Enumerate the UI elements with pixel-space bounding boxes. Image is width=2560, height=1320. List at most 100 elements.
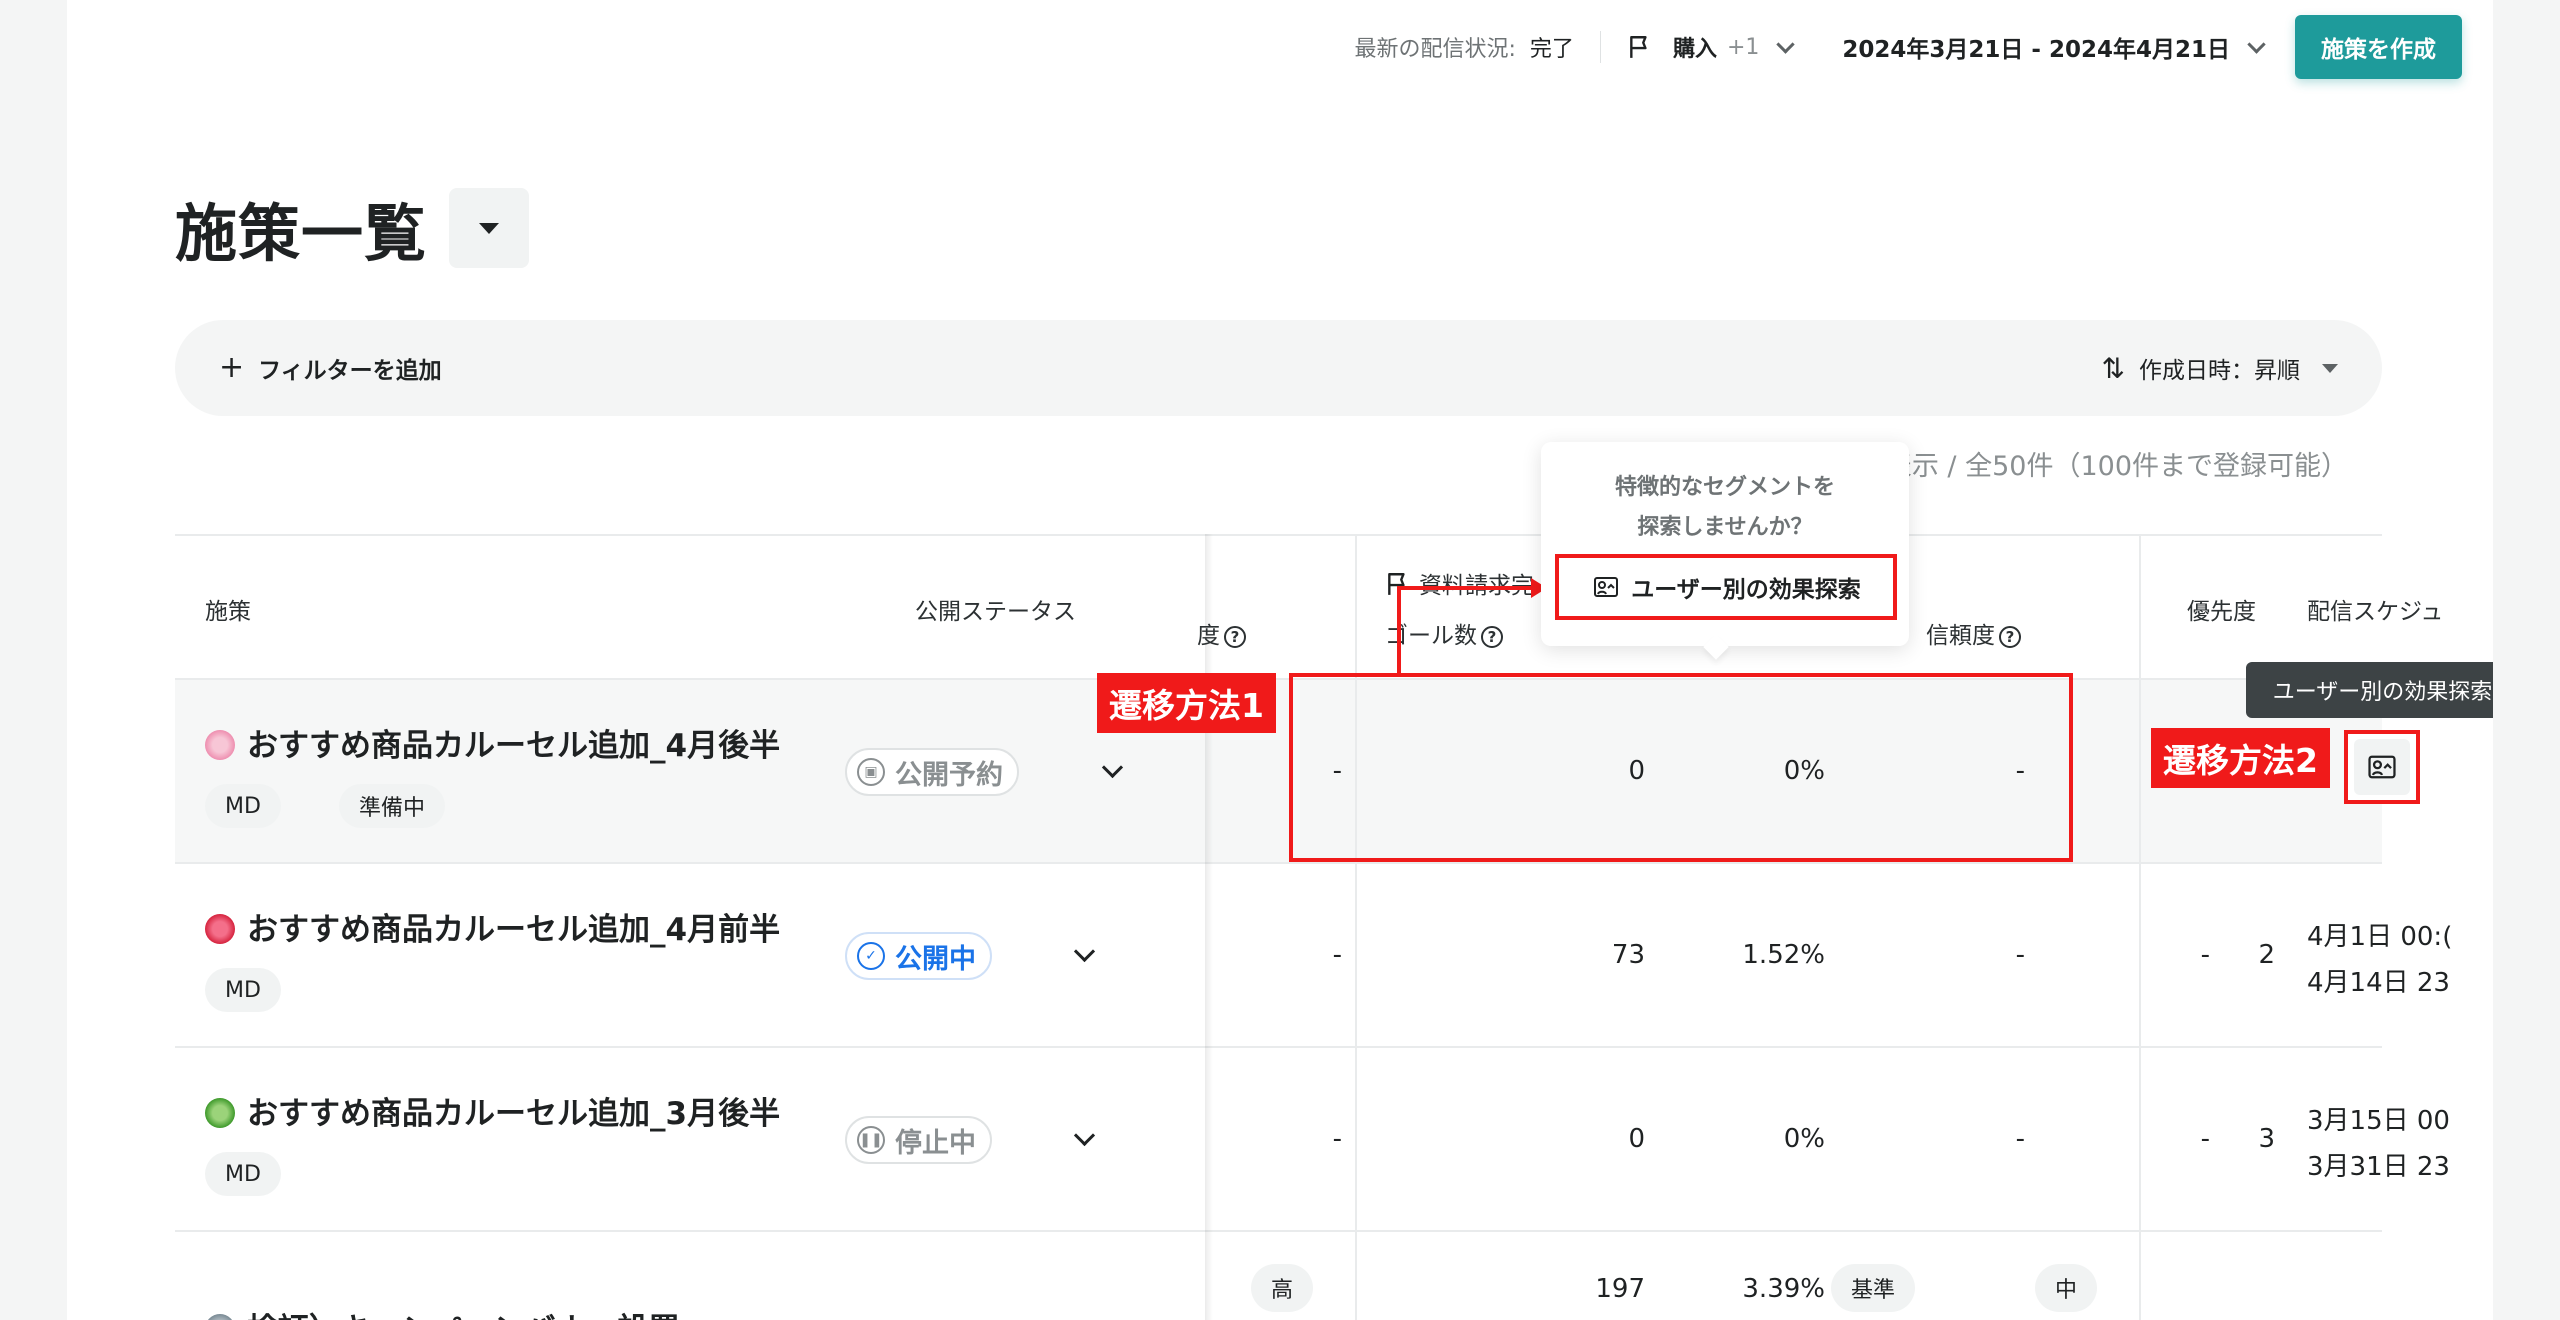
- cell-diff: -: [2015, 940, 2025, 970]
- cell-partial: -: [1332, 1124, 1342, 1154]
- header-campaign: 施策: [205, 599, 251, 625]
- delivery-status-value: 完了: [1529, 37, 1574, 62]
- segment-chart-icon: [1594, 577, 1619, 597]
- campaign-name[interactable]: おすすめ商品カルーセル追加_3月後半: [205, 1088, 780, 1133]
- chevron-down-icon: [2247, 34, 2266, 54]
- annotation-label-method2: 遷移方法2: [2151, 728, 2330, 788]
- scroll-shadow: [1205, 534, 1213, 1320]
- header-partial-column: 度?: [1197, 616, 1246, 650]
- column-divider: [2139, 534, 2141, 1320]
- campaign-table: 施策 公開ステータス 度? 資料請求完 ゴール数? 信頼度? 優先度 配信スケジ…: [175, 534, 2452, 1320]
- add-filter-button[interactable]: + フィルターを追加: [219, 351, 442, 385]
- cell-reliability: -: [2200, 940, 2210, 970]
- date-range-text: 2024年3月21日 - 2024年4月21日: [1842, 37, 2230, 63]
- cell-partial: -: [1332, 940, 1342, 970]
- cell-goals: 73: [1611, 940, 1645, 970]
- header-priority: 優先度: [2187, 599, 2256, 625]
- plus-icon: +: [219, 350, 245, 385]
- popover-text: 特徴的なセグメントを 探索しませんか？: [1541, 468, 1909, 548]
- table-divider: [175, 862, 2382, 864]
- hibiscus-icon: [205, 914, 235, 944]
- add-filter-label: フィルターを追加: [258, 358, 442, 384]
- goal-label: 購入: [1672, 37, 1717, 62]
- campaign-name-text: おすすめ商品カルーセル追加_4月後半: [247, 728, 781, 764]
- user-effect-explore-icon-button[interactable]: [2344, 730, 2420, 804]
- sort-label: 作成日時：昇順: [2139, 358, 2300, 384]
- create-campaign-button[interactable]: 施策を作成: [2295, 15, 2462, 79]
- goal-selector[interactable]: 購入 +1: [1627, 31, 1796, 63]
- cell-schedule-end: 3月31日 23: [2307, 1152, 2450, 1182]
- popover-line1: 特徴的なセグメントを: [1614, 475, 1835, 500]
- header-status: 公開ステータス: [915, 599, 1076, 625]
- help-icon[interactable]: ?: [1224, 625, 1246, 648]
- table-divider: [175, 1046, 2382, 1048]
- caret-down-icon: [2322, 363, 2338, 373]
- cherry-blossom-icon: [205, 730, 235, 760]
- status-badge[interactable]: ✓ 公開中: [845, 932, 992, 980]
- cell-rate: 3.39%: [1742, 1274, 1825, 1304]
- campaign-name[interactable]: おすすめ商品カルーセル追加_4月前半: [205, 904, 780, 949]
- column-divider: [1355, 534, 1357, 1320]
- chevron-down-icon[interactable]: [1073, 1124, 1096, 1147]
- tooltip: ユーザー別の効果探索: [2246, 662, 2493, 718]
- annotation-arrow: [1397, 578, 1547, 674]
- campaign-name-text: 検証）キャンペーンバナー設置: [247, 1312, 679, 1320]
- chevron-down-icon[interactable]: [1073, 940, 1096, 963]
- sort-selector[interactable]: ⇅ 作成日時：昇順: [2102, 351, 2338, 385]
- calendar-icon: ▣: [857, 758, 885, 786]
- cell-rate: 1.52%: [1742, 940, 1825, 970]
- status-badge[interactable]: ▣ 公開予約: [845, 748, 1019, 796]
- delivery-status-label: 最新の配信状況:: [1354, 37, 1516, 62]
- popover-line2: 探索しませんか？: [1637, 515, 1813, 540]
- user-effect-explore-button[interactable]: ユーザー別の効果探索: [1555, 554, 1897, 620]
- rocket-icon: [205, 1314, 235, 1320]
- help-icon[interactable]: ?: [1999, 625, 2021, 648]
- cell-schedule-end: 4月14日 23: [2307, 968, 2450, 998]
- campaign-name-text: おすすめ商品カルーセル追加_3月後半: [247, 1096, 781, 1132]
- status-label: 公開予約: [895, 759, 1003, 791]
- campaign-name[interactable]: 検証）キャンペーンバナー設置: [205, 1304, 679, 1320]
- title-row: 施策一覧: [175, 183, 530, 273]
- cell-reliability: -: [2200, 1124, 2210, 1154]
- chevron-down-icon: [1776, 34, 1796, 54]
- table-divider: [175, 534, 2382, 536]
- sort-icon: ⇅: [2101, 351, 2125, 385]
- user-effect-explore-label: ユーザー別の効果探索: [1631, 577, 1861, 603]
- level-badge: 高: [1251, 1264, 1314, 1312]
- tag: 準備中: [339, 784, 446, 828]
- top-bar: 最新の配信状況: 完了 購入 +1 2024年3月21日 - 2024年4月21…: [1355, 14, 2462, 80]
- cell-schedule-start: 4月1日 00:(: [2307, 922, 2453, 952]
- status-label: 公開中: [895, 943, 976, 975]
- cell-goals: 197: [1595, 1274, 1645, 1304]
- campaign-name[interactable]: おすすめ商品カルーセル追加_4月後半: [205, 720, 780, 765]
- annotation-highlight-metrics: [1289, 673, 2073, 862]
- status-label: 停止中: [895, 1127, 976, 1159]
- segment-chart-icon: [2368, 755, 2396, 779]
- tag: MD: [205, 1152, 281, 1196]
- divider: [1599, 31, 1601, 63]
- annotation-label-method1: 遷移方法1: [1097, 673, 1276, 733]
- header-partial-label: 度: [1197, 623, 1220, 649]
- status-badge[interactable]: ❚❚ 停止中: [845, 1116, 992, 1164]
- table-divider: [175, 1230, 2382, 1232]
- filter-bar: + フィルターを追加 ⇅ 作成日時：昇順: [175, 320, 2382, 416]
- header-schedule: 配信スケジュ: [2307, 599, 2444, 625]
- segment-explore-popover: 特徴的なセグメントを 探索しませんか？ ユーザー別の効果探索: [1541, 442, 1909, 660]
- campaign-name-text: おすすめ商品カルーセル追加_4月前半: [247, 912, 781, 948]
- clover-icon: [205, 1098, 235, 1128]
- cell-diff: -: [2015, 1124, 2025, 1154]
- reliability-badge: 中: [2035, 1264, 2098, 1312]
- header-reliability-label: 信頼度: [1926, 623, 1995, 649]
- date-range-selector[interactable]: 2024年3月21日 - 2024年4月21日: [1842, 30, 2267, 64]
- diff-badge: 基準: [1831, 1264, 1916, 1312]
- flag-icon: [1630, 36, 1647, 58]
- delivery-status: 最新の配信状況: 完了: [1355, 27, 1574, 67]
- cell-priority: 2: [2258, 940, 2275, 970]
- tag: MD: [205, 784, 281, 828]
- check-circle-icon: ✓: [857, 942, 885, 970]
- page-title: 施策一覧: [175, 197, 428, 270]
- header-reliability: 信頼度?: [1926, 616, 2021, 650]
- title-dropdown-button[interactable]: [449, 188, 530, 268]
- cell-rate: 0%: [1783, 1124, 1825, 1154]
- goal-extra-count: +1: [1726, 34, 1760, 60]
